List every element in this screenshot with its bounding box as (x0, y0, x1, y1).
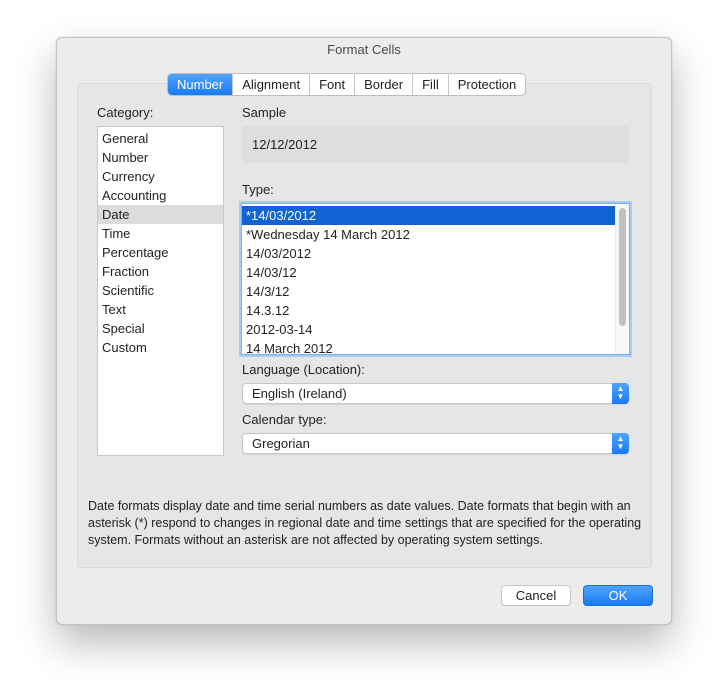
language-value: English (Ireland) (252, 386, 347, 401)
type-list-scrollbar[interactable] (615, 204, 629, 354)
category-item-time[interactable]: Time (98, 224, 223, 243)
tab-bar: Number Alignment Font Border Fill Protec… (167, 73, 527, 96)
category-item-currency[interactable]: Currency (98, 167, 223, 186)
type-item[interactable]: 14/03/2012 (242, 244, 615, 263)
type-label: Type: (242, 182, 274, 197)
type-item[interactable]: 2012-03-14 (242, 320, 615, 339)
category-item-fraction[interactable]: Fraction (98, 262, 223, 281)
sample-preview: 12/12/2012 (242, 126, 629, 163)
category-item-special[interactable]: Special (98, 319, 223, 338)
type-item[interactable]: *Wednesday 14 March 2012 (242, 225, 615, 244)
type-item[interactable]: 14/03/12 (242, 263, 615, 282)
category-item-scientific[interactable]: Scientific (98, 281, 223, 300)
type-item[interactable]: 14 March 2012 (242, 339, 615, 354)
category-label: Category: (97, 105, 154, 120)
tab-font[interactable]: Font (309, 74, 354, 95)
calendar-popup[interactable]: Gregorian ▲ ▼ (242, 433, 629, 454)
category-item-percentage[interactable]: Percentage (98, 243, 223, 262)
scrollbar-thumb[interactable] (619, 208, 626, 326)
format-cells-dialog: Format Cells Number Alignment Font Borde… (56, 37, 672, 625)
format-description: Date formats display date and time seria… (88, 499, 642, 547)
type-item[interactable]: 14/3/12 (242, 282, 615, 301)
window-title: Format Cells (327, 42, 401, 57)
cancel-button[interactable]: Cancel (501, 585, 571, 606)
tab-number[interactable]: Number (168, 74, 233, 95)
updown-chevron-icon: ▲ ▼ (612, 433, 629, 454)
language-label: Language (Location): (242, 362, 365, 377)
calendar-value: Gregorian (252, 436, 310, 451)
type-item[interactable]: 14.3.12 (242, 301, 615, 320)
calendar-label: Calendar type: (242, 412, 327, 427)
tab-alignment[interactable]: Alignment (232, 74, 309, 95)
sample-label: Sample (242, 105, 287, 120)
tab-protection[interactable]: Protection (447, 74, 526, 95)
language-popup[interactable]: English (Ireland) ▲ ▼ (242, 383, 629, 404)
category-item-date[interactable]: Date (98, 205, 223, 224)
type-list[interactable]: *14/03/2012 *Wednesday 14 March 2012 14/… (241, 203, 630, 355)
tab-border[interactable]: Border (354, 74, 412, 95)
category-item-text[interactable]: Text (98, 300, 223, 319)
number-tab-panel: Category: General Number Currency Accoun… (77, 83, 652, 568)
category-item-general[interactable]: General (98, 129, 223, 148)
type-item[interactable]: *14/03/2012 (242, 206, 615, 225)
tab-fill[interactable]: Fill (412, 74, 448, 95)
category-item-custom[interactable]: Custom (98, 338, 223, 357)
ok-button[interactable]: OK (583, 585, 653, 606)
category-item-number[interactable]: Number (98, 148, 223, 167)
category-item-accounting[interactable]: Accounting (98, 186, 223, 205)
updown-chevron-icon: ▲ ▼ (612, 383, 629, 404)
category-list[interactable]: General Number Currency Accounting Date … (97, 126, 224, 456)
